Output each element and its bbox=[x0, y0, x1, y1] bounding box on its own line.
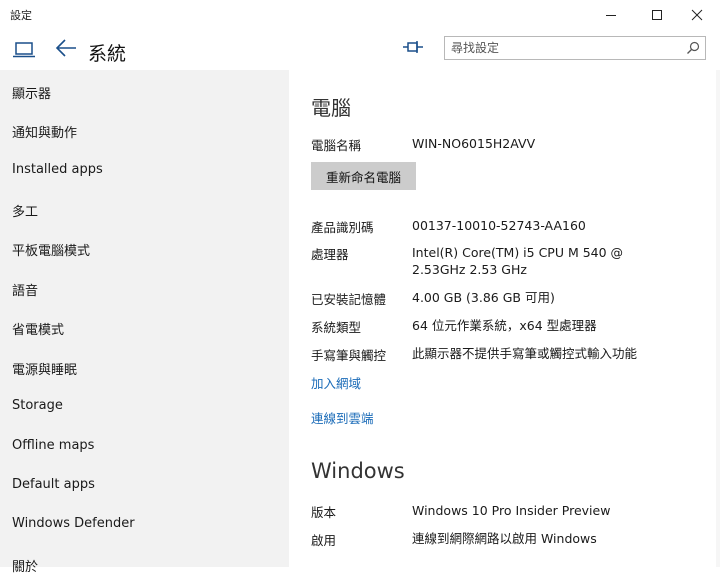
header: 系統 bbox=[0, 30, 720, 70]
sidebar: 顯示器 通知與動作 Installed apps 多工 平板電腦模式 語音 省電… bbox=[0, 70, 289, 575]
ram-label: 已安裝記憶體 bbox=[311, 292, 387, 307]
pen-touch-label: 手寫筆與觸控 bbox=[311, 348, 387, 363]
scrollbar[interactable] bbox=[716, 70, 720, 567]
sidebar-item-tablet-mode[interactable]: 平板電腦模式 bbox=[12, 240, 90, 259]
join-domain-link[interactable]: 加入網域 bbox=[311, 373, 361, 392]
sidebar-item-installed-apps[interactable]: Installed apps bbox=[12, 162, 103, 177]
sidebar-item-battery-saver[interactable]: 省電模式 bbox=[12, 319, 64, 338]
activation-value: 連線到網際網路以啟用 Windows bbox=[412, 531, 597, 546]
sidebar-item-speech[interactable]: 語音 bbox=[12, 280, 38, 299]
sidebar-item-storage[interactable]: Storage bbox=[12, 398, 63, 413]
sidebar-item-multitasking[interactable]: 多工 bbox=[12, 201, 38, 220]
sidebar-item-offline-maps[interactable]: Offline maps bbox=[12, 438, 94, 453]
search-icon[interactable] bbox=[686, 41, 700, 55]
search-input[interactable] bbox=[451, 39, 677, 57]
maximize-button[interactable] bbox=[640, 0, 674, 30]
ram-value: 4.00 GB (3.86 GB 可用) bbox=[412, 290, 555, 305]
sidebar-item-about[interactable]: 關於 bbox=[12, 556, 38, 575]
back-arrow-icon[interactable] bbox=[55, 39, 77, 57]
sidebar-item-notifications[interactable]: 通知與動作 bbox=[12, 122, 77, 141]
product-id-label: 產品識別碼 bbox=[311, 220, 374, 235]
pc-name-value: WIN-NO6015H2AVV bbox=[412, 136, 536, 151]
sidebar-item-display[interactable]: 顯示器 bbox=[12, 83, 51, 102]
system-type-label: 系統類型 bbox=[311, 320, 362, 335]
window-title: 設定 bbox=[10, 9, 32, 22]
edition-value: Windows 10 Pro Insider Preview bbox=[412, 503, 611, 518]
rename-pc-button[interactable]: 重新命名電腦 bbox=[311, 162, 416, 190]
sidebar-item-power-sleep[interactable]: 電源與睡眠 bbox=[12, 359, 77, 378]
edition-label: 版本 bbox=[311, 505, 337, 520]
windows-section-title: Windows bbox=[311, 459, 405, 483]
product-id-value: 00137-10010-52743-AA160 bbox=[412, 218, 586, 233]
processor-value-line2: 2.53GHz 2.53 GHz bbox=[412, 262, 527, 277]
activation-label: 啟用 bbox=[311, 533, 337, 548]
sidebar-item-default-apps[interactable]: Default apps bbox=[12, 477, 95, 492]
pc-name-label: 電腦名稱 bbox=[311, 138, 362, 153]
search-box[interactable] bbox=[444, 36, 706, 60]
pin-icon[interactable] bbox=[402, 40, 424, 54]
pen-touch-value: 此顯示器不提供手寫筆或觸控式輸入功能 bbox=[412, 346, 638, 361]
page-title: 系統 bbox=[88, 43, 127, 65]
content-pane: 電腦 電腦名稱 WIN-NO6015H2AVV 重新命名電腦 產品識別碼 001… bbox=[290, 70, 720, 567]
pc-section-title: 電腦 bbox=[311, 96, 351, 120]
laptop-icon bbox=[13, 42, 35, 58]
minimize-icon bbox=[606, 15, 616, 16]
maximize-icon bbox=[652, 10, 662, 20]
sidebar-item-windows-defender[interactable]: Windows Defender bbox=[12, 516, 135, 531]
minimize-button[interactable] bbox=[594, 0, 628, 30]
close-icon bbox=[691, 9, 703, 21]
processor-value-line1: Intel(R) Core(TM) i5 CPU M 540 @ bbox=[412, 245, 624, 260]
title-bar: 設定 bbox=[0, 0, 720, 30]
close-button[interactable] bbox=[680, 0, 714, 30]
system-type-value: 64 位元作業系統，x64 型處理器 bbox=[412, 318, 597, 333]
join-cloud-link[interactable]: 連線到雲端 bbox=[311, 408, 374, 427]
processor-label: 處理器 bbox=[311, 247, 349, 262]
